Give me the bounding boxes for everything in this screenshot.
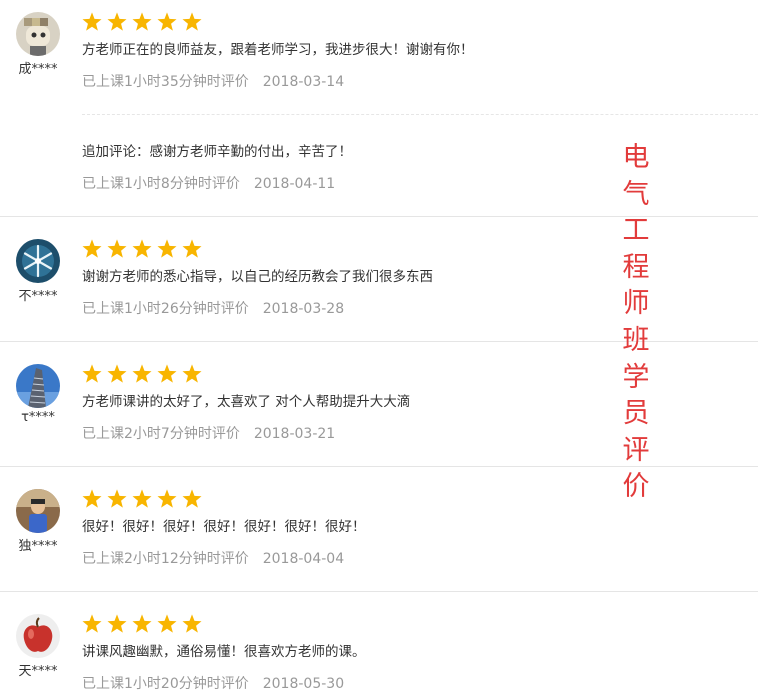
star-icon	[182, 239, 207, 259]
review-date: 2018-03-21	[253, 426, 336, 442]
review-duration: 已上课1小时26分钟时评价	[82, 301, 249, 317]
star-icon	[157, 489, 182, 509]
rating-stars	[82, 239, 207, 259]
star-icon	[107, 239, 132, 259]
star-icon	[107, 364, 132, 384]
star-icon	[182, 614, 207, 634]
review-comment: 讲课风趣幽默，通俗易懂！很喜欢方老师的课。	[82, 644, 366, 660]
review-comment: 方老师正在的良师益友，跟着老师学习，我进步很大！谢谢有你！	[82, 42, 474, 58]
review-meta: 已上课2小时7分钟时评价 2018-03-21	[82, 423, 335, 443]
rating-stars	[82, 364, 207, 384]
review-date: 2018-03-28	[262, 301, 345, 317]
watermark-title: 电气工程师班学员评价	[622, 142, 650, 503]
star-icon	[82, 239, 107, 259]
review-date: 2018-03-14	[262, 74, 345, 90]
username: 不****	[18, 289, 58, 304]
rating-stars	[82, 12, 207, 32]
rating-stars	[82, 489, 207, 509]
review-meta: 已上课2小时12分钟时评价 2018-04-04	[82, 548, 344, 568]
username: 独****	[18, 539, 58, 554]
followup-meta: 已上课1小时8分钟时评价 2018-04-11	[82, 173, 335, 193]
apple-avatar[interactable]	[16, 614, 60, 658]
username: τ****	[21, 410, 55, 425]
followup-date: 2018-04-11	[253, 176, 336, 192]
star-icon	[82, 489, 107, 509]
review-comment: 很好！很好！很好！很好！很好！很好！很好！	[82, 519, 366, 535]
review-meta: 已上课1小时20分钟时评价 2018-05-30	[82, 673, 344, 693]
star-icon	[107, 12, 132, 32]
snowflake-avatar[interactable]	[16, 239, 60, 283]
followup-duration: 已上课1小时8分钟时评价	[82, 176, 240, 192]
building-avatar[interactable]	[16, 364, 60, 408]
star-icon	[82, 614, 107, 634]
review-comment: 谢谢方老师的悉心指导，以自己的经历教会了我们很多东西	[82, 269, 433, 285]
review-date: 2018-05-30	[262, 676, 345, 692]
star-icon	[157, 364, 182, 384]
review-meta: 已上课1小时35分钟时评价 2018-03-14	[82, 71, 344, 91]
rating-stars	[82, 614, 207, 634]
review-duration: 已上课1小时35分钟时评价	[82, 74, 249, 90]
star-icon	[132, 364, 157, 384]
star-icon	[82, 12, 107, 32]
followup-divider	[82, 114, 758, 115]
star-icon	[107, 614, 132, 634]
star-icon	[182, 364, 207, 384]
cartoon-avatar[interactable]	[16, 12, 60, 56]
star-icon	[82, 364, 107, 384]
star-icon	[157, 239, 182, 259]
star-icon	[132, 489, 157, 509]
star-icon	[132, 614, 157, 634]
review-date: 2018-04-04	[262, 551, 345, 567]
star-icon	[132, 239, 157, 259]
star-icon	[157, 12, 182, 32]
review-meta: 已上课1小时26分钟时评价 2018-03-28	[82, 298, 344, 318]
star-icon	[107, 489, 132, 509]
review-duration: 已上课2小时7分钟时评价	[82, 426, 240, 442]
username: 成****	[18, 62, 58, 77]
review-duration: 已上课1小时20分钟时评价	[82, 676, 249, 692]
star-icon	[182, 489, 207, 509]
child-photo-avatar[interactable]	[16, 489, 60, 533]
review-comment: 方老师课讲的太好了，太喜欢了 对个人帮助提升大大滴	[82, 394, 411, 410]
star-icon	[132, 12, 157, 32]
star-icon	[157, 614, 182, 634]
star-icon	[182, 12, 207, 32]
review-duration: 已上课2小时12分钟时评价	[82, 551, 249, 567]
followup-comment: 追加评论：感谢方老师辛勤的付出，辛苦了！	[82, 144, 352, 160]
review-item: 天**** 讲课风趣幽默，通俗易懂！很喜欢方老师的课。 已上课1小时20分钟时评…	[0, 591, 758, 700]
username: 天****	[18, 664, 58, 679]
